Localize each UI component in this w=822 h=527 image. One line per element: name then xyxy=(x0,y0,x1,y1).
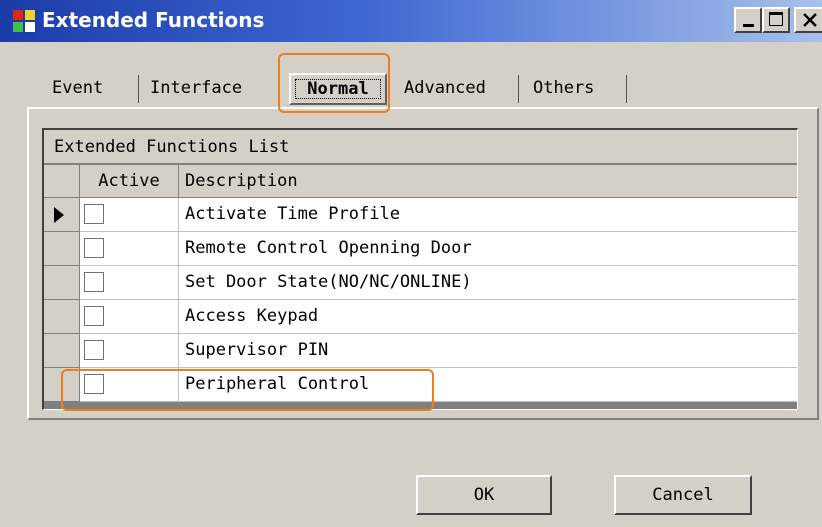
window-title: Extended Functions xyxy=(42,8,265,32)
active-cell[interactable] xyxy=(80,368,179,402)
active-checkbox[interactable] xyxy=(84,306,104,326)
minimize-icon xyxy=(743,24,754,27)
active-cell[interactable] xyxy=(80,334,179,368)
table-row[interactable]: Access Keypad xyxy=(44,300,797,334)
row-selector[interactable] xyxy=(44,300,80,334)
app-icon xyxy=(12,9,36,33)
tab-interface[interactable]: Interface xyxy=(150,68,242,108)
maximize-button[interactable] xyxy=(762,7,790,33)
column-header-description[interactable]: Description xyxy=(179,165,797,198)
tab-divider xyxy=(626,75,627,103)
row-selector[interactable] xyxy=(44,368,80,402)
active-cell[interactable] xyxy=(80,232,179,266)
table-row[interactable]: Activate Time Profile xyxy=(44,198,797,232)
tab-others[interactable]: Others xyxy=(533,68,594,108)
close-button[interactable] xyxy=(794,7,822,33)
close-icon xyxy=(803,13,817,27)
row-selector[interactable] xyxy=(44,232,80,266)
table-row[interactable]: Supervisor PIN xyxy=(44,334,797,368)
table-row[interactable]: Peripheral Control xyxy=(44,368,797,402)
row-selector[interactable] xyxy=(44,266,80,300)
tab-event[interactable]: Event xyxy=(52,68,103,108)
tab-normal-label: Normal xyxy=(307,79,369,99)
title-bar[interactable]: Extended Functions xyxy=(0,0,822,42)
tab-divider xyxy=(138,75,139,103)
tab-normal[interactable]: Normal xyxy=(289,73,387,105)
description-cell[interactable]: Access Keypad xyxy=(179,300,797,334)
ok-button[interactable]: OK xyxy=(416,475,552,515)
description-cell[interactable]: Set Door State(NO/NC/ONLINE) xyxy=(179,266,797,300)
row-header-corner xyxy=(44,165,80,198)
grid-caption: Extended Functions List xyxy=(44,130,797,164)
active-checkbox[interactable] xyxy=(84,204,104,224)
active-cell[interactable] xyxy=(80,266,179,300)
tab-divider xyxy=(518,75,519,103)
active-checkbox[interactable] xyxy=(84,340,104,360)
row-selector[interactable] xyxy=(44,334,80,368)
active-checkbox[interactable] xyxy=(84,238,104,258)
minimize-button[interactable] xyxy=(734,7,762,33)
row-selector[interactable] xyxy=(44,198,80,232)
current-row-arrow-icon xyxy=(54,207,64,223)
column-header-active[interactable]: Active xyxy=(80,165,179,198)
description-cell[interactable]: Activate Time Profile xyxy=(179,198,797,232)
active-checkbox[interactable] xyxy=(84,272,104,292)
active-checkbox[interactable] xyxy=(84,374,104,394)
description-cell[interactable]: Remote Control Openning Door xyxy=(179,232,797,266)
active-cell[interactable] xyxy=(80,300,179,334)
extended-functions-grid[interactable]: Extended Functions List Active Descripti… xyxy=(42,128,798,410)
description-cell[interactable]: Supervisor PIN xyxy=(179,334,797,368)
active-cell[interactable] xyxy=(80,198,179,232)
cancel-button[interactable]: Cancel xyxy=(614,475,752,515)
tab-advanced[interactable]: Advanced xyxy=(404,68,486,108)
table-row[interactable]: Set Door State(NO/NC/ONLINE) xyxy=(44,266,797,300)
table-row[interactable]: Remote Control Openning Door xyxy=(44,232,797,266)
maximize-icon xyxy=(769,12,783,26)
extended-functions-window: Extended Functions Event Interface Norma… xyxy=(0,0,822,527)
description-cell[interactable]: Peripheral Control xyxy=(179,368,797,402)
